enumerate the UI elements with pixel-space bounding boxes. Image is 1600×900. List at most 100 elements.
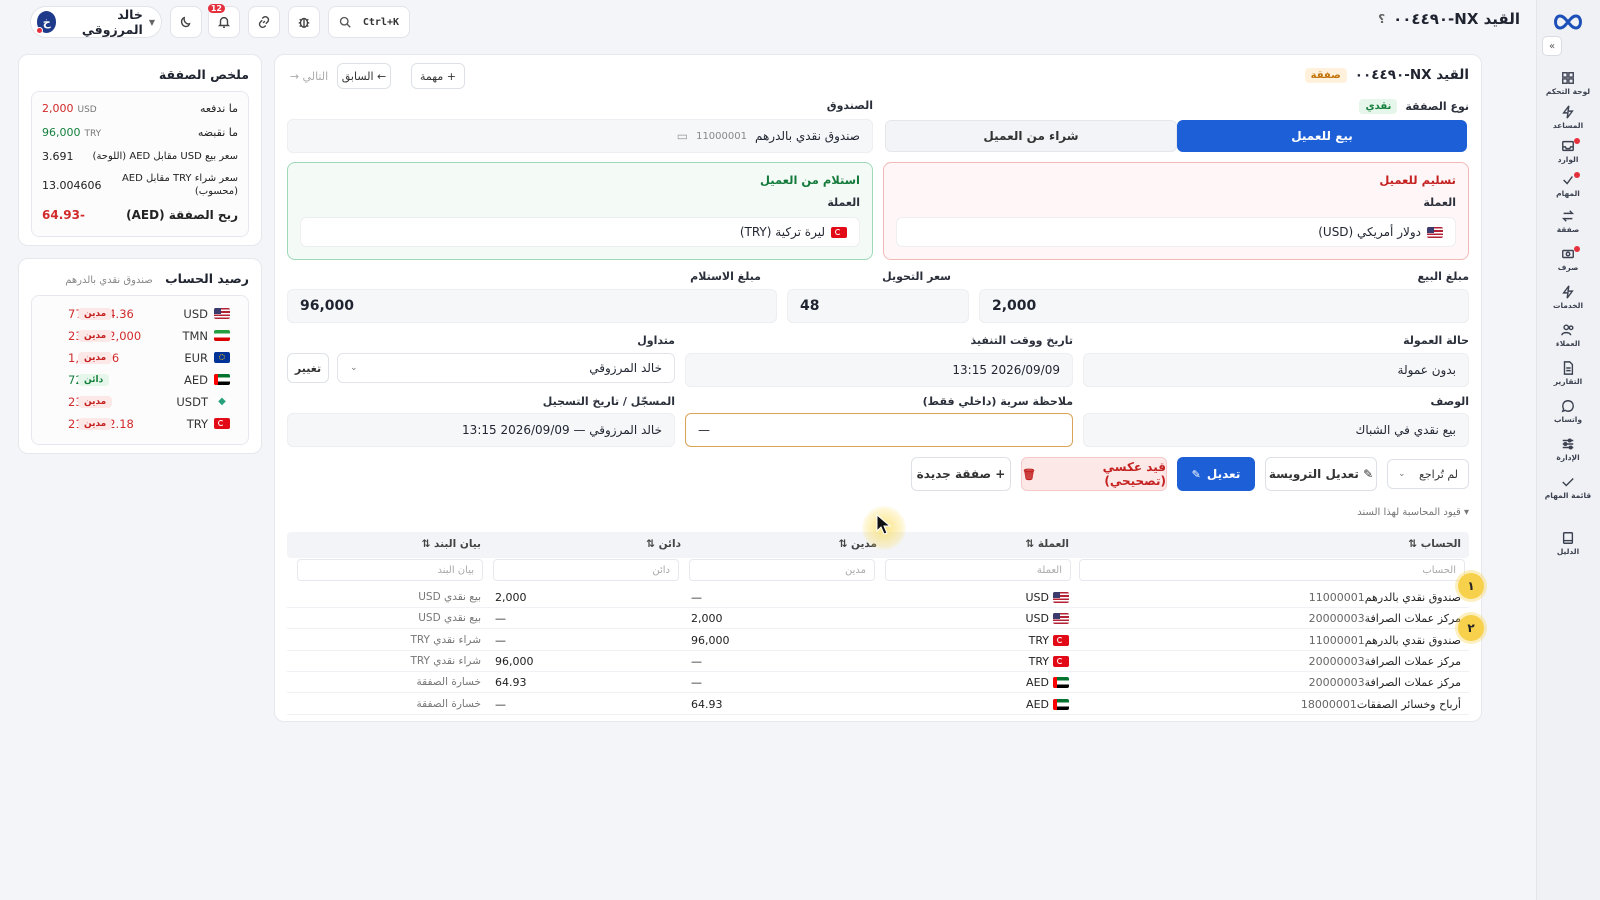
- private-note-label: ملاحظة سرية (داخلي فقط): [922, 395, 1073, 408]
- sidebar-item-assistant[interactable]: المساعد: [1542, 100, 1594, 134]
- edit-button[interactable]: تعديل ✎: [1177, 457, 1255, 491]
- prev-button[interactable]: ← السابق: [337, 63, 391, 89]
- notification-count-badge: 12: [207, 4, 225, 13]
- sidebar-item-label: واتساب: [1553, 414, 1583, 424]
- account-name: صندوق نقدي بالدرهم: [1364, 633, 1461, 647]
- collapse-sidebar-button[interactable]: »: [1542, 36, 1562, 56]
- filter-memo-input[interactable]: بيان البند: [297, 559, 483, 581]
- cell-credit: —: [495, 697, 506, 711]
- sidebar-item-label: التقارير: [1553, 376, 1583, 386]
- buy-from-client-tab[interactable]: شراء من العميل: [885, 120, 1177, 152]
- cell-memo: بيع نقدي USD: [418, 612, 481, 625]
- sidebar-item-clients[interactable]: العملاء: [1542, 318, 1594, 352]
- avatar: خ: [36, 11, 57, 34]
- col-credit-header[interactable]: دائن ⇅: [646, 538, 681, 550]
- theme-toggle-button[interactable]: [170, 6, 202, 38]
- balance-currency: TRY: [186, 417, 208, 431]
- cell-debit: 96,000: [691, 633, 730, 647]
- table-row[interactable]: صندوق نقدي بالدرهم11000001 TRY 96,000 — شراء…: [287, 630, 1469, 651]
- unread-dot: [1574, 172, 1580, 178]
- filter-account-input[interactable]: الحساب: [1079, 559, 1465, 581]
- help-icon[interactable]: ؟: [1378, 12, 1385, 26]
- accounting-entries-toggle[interactable]: ▾ قيود المحاسبة لهذا السند: [1357, 507, 1469, 518]
- recorder-field: خالد المرزوقي — 2026/09/09 13:15: [287, 413, 675, 447]
- table-row[interactable]: مركز عملات الصرافة20000003 USD 2,000 — بيع ن…: [287, 608, 1469, 630]
- summary-amount: 96,000: [42, 126, 81, 139]
- sidebar-item-reports[interactable]: التقارير: [1542, 356, 1594, 390]
- sidebar-item-whatsapp[interactable]: واتساب: [1542, 394, 1594, 428]
- balance-currency: USDT: [176, 395, 208, 409]
- chat-icon: [1561, 399, 1574, 412]
- table-row[interactable]: مركز عملات الصرافة20000003 AED — 64.93 خسارة…: [287, 672, 1469, 694]
- table-row[interactable]: صندوق نقدي بالدرهم11000001 USD — 2,000 بيع ن…: [287, 587, 1469, 608]
- filter-debit-input[interactable]: مدين: [689, 559, 875, 581]
- sidebar-item-inbox[interactable]: الوارد: [1542, 134, 1594, 168]
- col-account-header[interactable]: الحساب ⇅: [1408, 538, 1461, 550]
- trader-label: متداول: [637, 334, 675, 347]
- notifications-button[interactable]: 12: [207, 4, 240, 38]
- sidebar-item-guide[interactable]: الدليل: [1542, 526, 1594, 560]
- col-currency-header[interactable]: العملة ⇅: [1025, 538, 1069, 550]
- deliver-currency-select[interactable]: دولار أمريكي (USD): [896, 217, 1456, 247]
- description-input[interactable]: بيع نقدي في الشباك: [1083, 413, 1469, 447]
- debug-button[interactable]: [288, 6, 320, 38]
- sidebar-item-exchange[interactable]: صرف: [1542, 242, 1594, 276]
- deal-summary-title: ملخص الصفقة: [158, 67, 249, 82]
- sidebar-item-dashboard[interactable]: لوحة التحكم: [1542, 66, 1594, 100]
- sidebar-item-admin[interactable]: الإدارة: [1542, 432, 1594, 466]
- sidebar-item-deal[interactable]: صفقة: [1542, 204, 1594, 238]
- chevron-down-icon: ⌄: [1398, 469, 1406, 479]
- sell-amount-input[interactable]: 2,000: [979, 289, 1469, 323]
- rate-value: 48: [800, 298, 820, 314]
- us-flag-icon: [1053, 592, 1069, 603]
- filter-credit-input[interactable]: دائن: [493, 559, 679, 581]
- rate-label: سعر التحويل: [882, 270, 951, 283]
- cell-currency: USD: [1025, 591, 1069, 604]
- credit-badge: دائن: [78, 374, 110, 386]
- deliver-currency-label: العملة: [1423, 196, 1456, 209]
- account-number: 20000003: [1308, 654, 1365, 668]
- new-deal-button[interactable]: + صفقة جديدة: [911, 457, 1011, 491]
- sidebar-item-task-list[interactable]: قائمة المهام: [1542, 470, 1594, 504]
- private-note-input[interactable]: —: [685, 413, 1073, 447]
- user-menu[interactable]: خ خالد المرزوقي ▼: [30, 6, 162, 38]
- reverse-entry-button[interactable]: قيد عكسي (تصحيحي) 🗑: [1021, 457, 1167, 491]
- brand-logo[interactable]: [1548, 10, 1588, 34]
- balance-row: ◆ USDT 232.83 مدين: [44, 392, 236, 412]
- turkey-flag-icon: [1053, 655, 1069, 667]
- unread-dot: [1574, 138, 1580, 144]
- next-button[interactable]: التالي →: [287, 63, 331, 89]
- cell-memo: خسارة الصفقة: [416, 697, 481, 710]
- sidebar-item-label: لوحة التحكم: [1545, 86, 1591, 96]
- table-row[interactable]: أرباح وخسائر الصفقات18000001 AED 64.93 — خسا…: [287, 694, 1469, 715]
- commission-select[interactable]: بدون عمولة: [1083, 353, 1469, 387]
- cash-icon: [1562, 249, 1574, 258]
- col-memo-header[interactable]: بيان البند ⇅: [422, 538, 481, 550]
- deliver-currency-value: دولار أمريكي (USD): [1318, 225, 1421, 239]
- change-trader-button[interactable]: تغيير: [287, 353, 329, 383]
- sidebar-item-tasks[interactable]: المهام: [1542, 168, 1594, 202]
- receive-amount-input[interactable]: 96,000: [287, 289, 777, 323]
- account-name: مركز عملات الصرافة: [1364, 612, 1461, 626]
- add-task-button[interactable]: + مهمة: [411, 63, 465, 89]
- sidebar-item-services[interactable]: الخدمات: [1542, 280, 1594, 314]
- trader-select[interactable]: خالد المرزوقي ⌄: [337, 353, 675, 383]
- fund-select[interactable]: صندوق نقدي بالدرهم 11000001 ▭: [287, 119, 873, 153]
- command-search-button[interactable]: Ctrl+K: [328, 6, 410, 38]
- sidebar-item-label: الدليل: [1556, 546, 1580, 556]
- rate-input[interactable]: 48: [787, 289, 969, 323]
- exec-datetime-input[interactable]: 2026/09/09 13:15: [685, 353, 1073, 387]
- sidebar-item-label: العملاء: [1555, 338, 1581, 348]
- receive-currency-select[interactable]: ليرة تركية (TRY): [300, 217, 860, 247]
- book-icon: [1562, 531, 1574, 544]
- review-status-select[interactable]: لم تُراجع ⌄: [1387, 459, 1469, 489]
- sidebar: » لوحة التحكم المساعد الوارد المهام صفقة…: [1536, 0, 1600, 900]
- link-button[interactable]: [248, 6, 280, 38]
- sell-to-client-tab[interactable]: بيع للعميل: [1177, 120, 1467, 152]
- edit-header-button[interactable]: ✎ تعديل الترويسة: [1265, 457, 1377, 491]
- filter-currency-input[interactable]: العملة: [885, 559, 1071, 581]
- profit-value: -64.93: [42, 208, 85, 222]
- account-number: 18000001: [1300, 697, 1357, 711]
- us-flag-icon: [214, 308, 230, 319]
- table-row[interactable]: مركز عملات الصرافة20000003 TRY — 96,000 شراء…: [287, 651, 1469, 672]
